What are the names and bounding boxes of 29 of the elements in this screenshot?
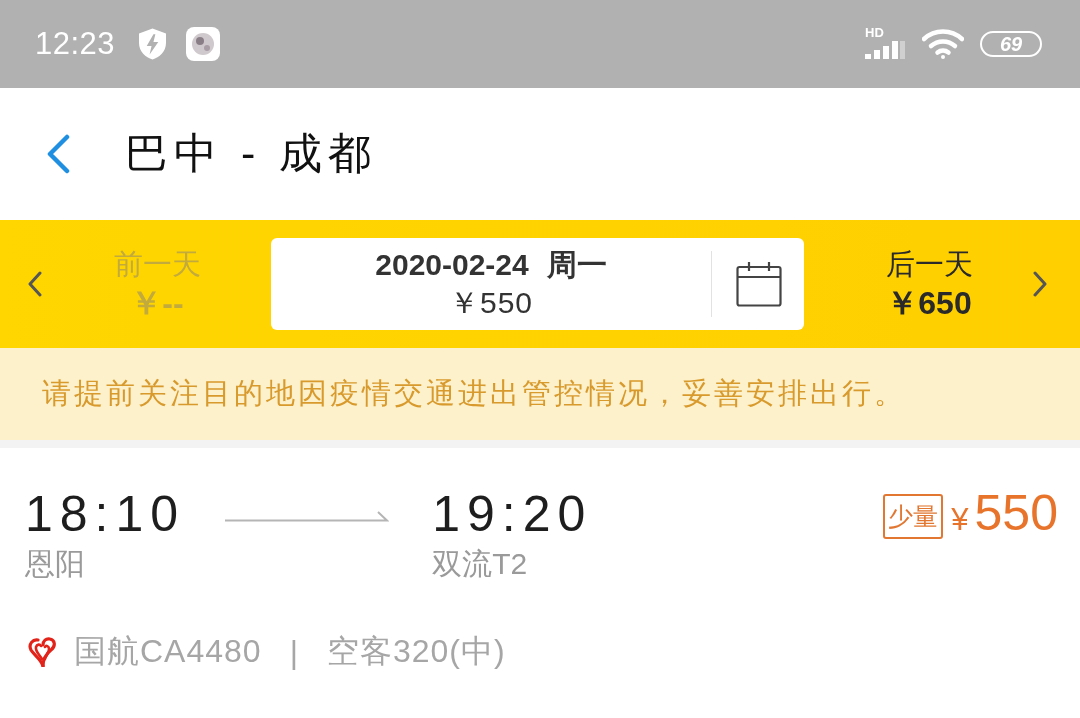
availability-badge: 少量: [883, 493, 944, 539]
chevron-right-icon[interactable]: [1033, 271, 1047, 297]
heart-swirl-logo-icon: [28, 637, 58, 667]
date-text: 2020-02-24: [375, 247, 529, 283]
calendar-icon[interactable]: [736, 261, 782, 307]
aircraft-type: 空客320(中): [326, 632, 506, 671]
arrival-time: 19:20: [432, 485, 593, 544]
date-price: ￥550: [448, 285, 534, 321]
date-selector[interactable]: 2020-02-24 周一 ￥550: [271, 238, 804, 330]
next-day-button[interactable]: 后一天 ￥650: [803, 245, 1033, 323]
separator: |: [289, 633, 299, 671]
chevron-left-icon[interactable]: [28, 271, 42, 297]
weekday-text: 周一: [546, 247, 607, 283]
arrival-airport: 双流T2: [432, 546, 529, 582]
app-icon: [186, 27, 221, 61]
wifi-icon: [922, 29, 964, 59]
route-title: 巴中 - 成都: [125, 128, 378, 179]
battery-indicator: 69: [980, 31, 1042, 57]
shield-bolt-icon: [139, 28, 167, 60]
signal-icon: [865, 41, 905, 59]
notice-text: 请提前关注目的地因疫情交通进出管控情况，妥善安排出行。: [42, 376, 906, 411]
network-type: HD: [865, 26, 884, 39]
flight-price: 550: [974, 484, 1058, 542]
back-icon[interactable]: [45, 134, 71, 174]
flight-number: 国航CA4480: [74, 632, 262, 671]
departure-time: 18:10: [25, 485, 186, 544]
status-time: 12:23: [35, 26, 116, 62]
currency-symbol: ¥: [951, 502, 969, 538]
departure-airport: 恩阳: [25, 546, 86, 582]
